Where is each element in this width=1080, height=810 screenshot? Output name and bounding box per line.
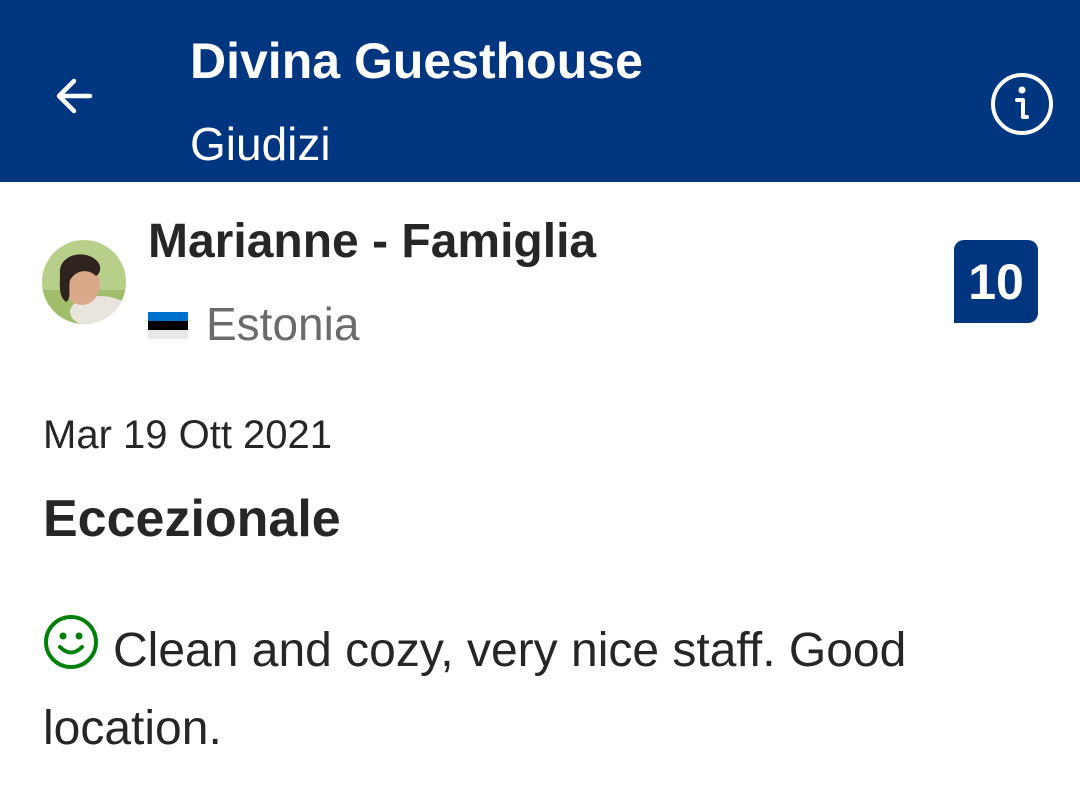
- page-subtitle: Giudizi: [190, 118, 331, 170]
- info-icon: [991, 73, 1053, 135]
- review-positive: Clean and cozy, very nice staff. Good lo…: [43, 612, 1043, 768]
- app-bar: Divina Guesthouse Giudizi: [0, 0, 1080, 182]
- smile-icon: [44, 615, 98, 669]
- arrow-left-icon: [56, 78, 93, 114]
- review-positive-text: Clean and cozy, very nice staff. Good lo…: [43, 624, 907, 755]
- page-title: Divina Guesthouse: [190, 33, 643, 89]
- reviewer-name: Marianne - Famiglia: [148, 215, 597, 268]
- country-label: Estonia: [206, 298, 360, 350]
- back-button[interactable]: [40, 62, 108, 130]
- review-score-badge: 10: [954, 240, 1038, 323]
- review-headline: Eccezionale: [43, 490, 341, 548]
- reviewer-avatar: [42, 240, 126, 324]
- estonia-flag-icon: [148, 311, 188, 339]
- review-date: Mar 19 Ott 2021: [43, 413, 333, 457]
- info-button[interactable]: [988, 70, 1056, 138]
- title-block: Divina Guesthouse Giudizi: [190, 32, 643, 172]
- reviewer-country: Estonia: [148, 298, 359, 350]
